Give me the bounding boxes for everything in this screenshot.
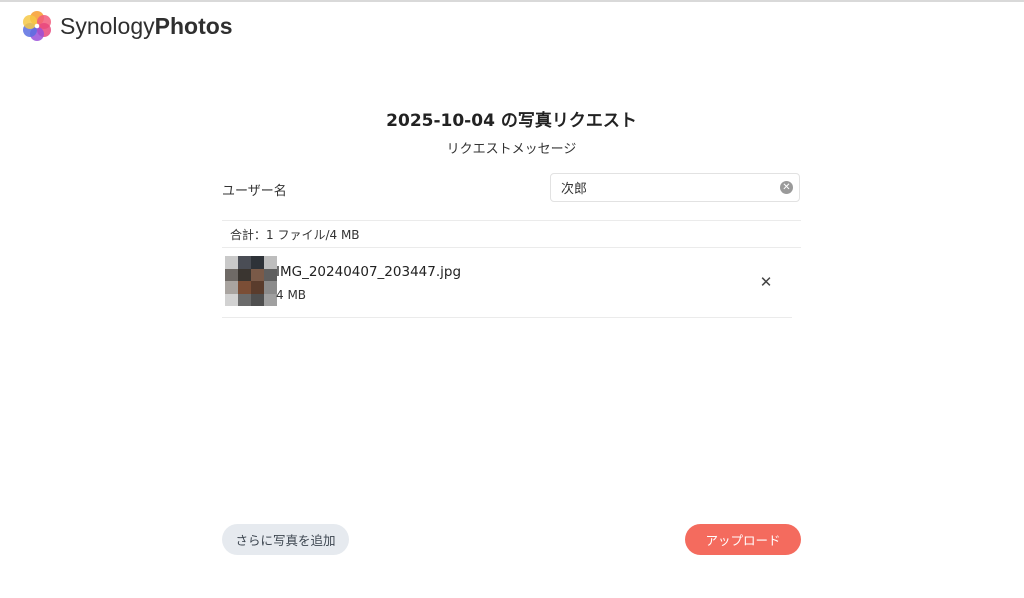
synology-photos-flower-icon (23, 11, 51, 41)
app-name: SynologyPhotos (60, 8, 233, 44)
file-name: IMG_20240407_203447.jpg (276, 264, 462, 280)
username-label: ユーザー名 (222, 184, 287, 199)
file-size: 4 MB (276, 288, 307, 302)
upload-button[interactable]: アップロード (685, 524, 801, 555)
brand-name-bold: Photos (154, 13, 233, 39)
file-summary-text: 合計：1 ファイル/4 MB (230, 228, 360, 242)
photo-thumbnail (225, 256, 277, 306)
top-border (0, 0, 1024, 2)
request-message: リクエストメッセージ (446, 142, 577, 157)
app-logo: SynologyPhotos (20, 8, 233, 44)
close-icon[interactable]: ✕ (758, 274, 774, 290)
username-field[interactable]: ✕ (550, 173, 800, 202)
username-input[interactable] (561, 174, 771, 201)
file-list-item: IMG_20240407_203447.jpg 4 MB ✕ (222, 250, 792, 318)
clear-circle-icon[interactable]: ✕ (780, 181, 793, 194)
add-more-photos-button[interactable]: さらに写真を追加 (222, 524, 349, 555)
file-summary: 合計：1 ファイル/4 MB (222, 220, 801, 248)
page-title: 2025-10-04 の写真リクエスト (386, 111, 637, 131)
brand-name-light: Synology (60, 13, 155, 39)
